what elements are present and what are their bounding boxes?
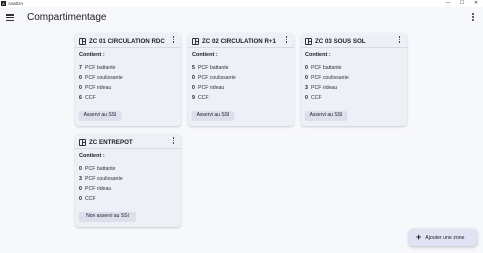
card-header: ZC 03 SOUS SOL	[305, 36, 366, 46]
card-header: ZC 02 CIRCULATION R+1	[192, 36, 276, 46]
item-label: PCF battante	[198, 65, 229, 71]
item-label: CCF	[198, 95, 209, 101]
card-more-icon[interactable]	[172, 36, 175, 44]
list-item: 3 PCF rideau	[305, 85, 337, 91]
item-label: PCF rideau	[198, 85, 225, 91]
divider	[301, 47, 407, 48]
list-item: 0 PCF coulissante	[192, 75, 236, 81]
contains-label: Contient :	[192, 52, 218, 58]
zone-card[interactable]: ZC ENTREPOT Contient : 0 PCF battante 3 PC…	[75, 134, 181, 227]
list-item: 0 CCF	[305, 95, 322, 101]
zone-card[interactable]: ZC 01 CIRCULATION RDC Contient : 7 PCF ba…	[75, 33, 181, 126]
plus-icon: +	[416, 232, 422, 242]
app-logo-icon: A	[1, 1, 6, 6]
contains-label: Contient :	[305, 52, 331, 58]
zone-title: ZC 01 CIRCULATION RDC	[89, 37, 165, 45]
zone-card[interactable]: ZC 02 CIRCULATION R+1 Contient : 5 PCF ba…	[188, 33, 294, 126]
item-label: CCF	[85, 95, 96, 101]
item-label: PCF coulissante	[85, 75, 123, 81]
item-label: PCF rideau	[85, 85, 112, 91]
divider	[188, 47, 294, 48]
ssi-status-button[interactable]: Non asservi au SSI	[79, 212, 136, 221]
list-item: 0 PCF coulissante	[79, 75, 123, 81]
divider	[75, 148, 181, 149]
card-header: ZC ENTREPOT	[79, 137, 133, 147]
item-label: CCF	[85, 196, 96, 202]
card-more-icon[interactable]	[172, 137, 175, 145]
page-title: Compartimentage	[27, 12, 107, 23]
ssi-status-button[interactable]: Asservi au SSI	[79, 111, 121, 120]
hamburger-icon[interactable]	[6, 13, 15, 22]
item-label: PCF rideau	[311, 85, 338, 91]
add-zone-button[interactable]: + Ajouter une zone	[409, 229, 477, 246]
divider	[75, 47, 181, 48]
list-item: 9 CCF	[192, 95, 209, 101]
card-header: ZC 01 CIRCULATION RDC	[79, 36, 165, 46]
contains-label: Contient :	[79, 153, 105, 159]
list-item: 5 PCF battante	[192, 65, 229, 71]
item-label: PCF coulissante	[85, 176, 123, 182]
more-vert-icon[interactable]	[471, 13, 475, 23]
list-item: 0 PCF coulissante	[305, 75, 349, 81]
list-item: 0 PCF battante	[305, 65, 342, 71]
minimize-button[interactable]: —	[441, 0, 455, 7]
ssi-status-button[interactable]: Asservi au SSI	[192, 111, 234, 120]
floor-plan-icon	[79, 138, 86, 146]
item-label: PCF battante	[85, 65, 116, 71]
list-item: 0 PCF rideau	[79, 186, 111, 192]
close-button[interactable]: ✕	[469, 0, 483, 7]
app-bar: Compartimentage	[0, 7, 483, 29]
ssi-status-button[interactable]: Asservi au SSI	[305, 111, 347, 120]
item-label: PCF battante	[311, 65, 342, 71]
list-item: 0 PCF rideau	[79, 85, 111, 91]
card-more-icon[interactable]	[285, 36, 288, 44]
item-label: PCF coulissante	[311, 75, 349, 81]
item-label: PCF coulissante	[198, 75, 236, 81]
zone-card[interactable]: ZC 03 SOUS SOL Contient : 0 PCF battante …	[301, 33, 407, 126]
list-item: 0 PCF battante	[79, 166, 116, 172]
floor-plan-icon	[305, 37, 312, 45]
list-item: 0 CCF	[79, 196, 96, 202]
item-label: PCF battante	[85, 166, 116, 172]
item-label: CCF	[311, 95, 322, 101]
list-item: 7 PCF battante	[79, 65, 116, 71]
window-titlebar: A AvalOA — ☐ ✕	[0, 0, 483, 7]
floor-plan-icon	[192, 37, 199, 45]
window-title: AvalOA	[8, 1, 24, 6]
floor-plan-icon	[79, 37, 86, 45]
contains-label: Contient :	[79, 52, 105, 58]
card-more-icon[interactable]	[398, 36, 401, 44]
list-item: 0 PCF rideau	[192, 85, 224, 91]
list-item: 6 CCF	[79, 95, 96, 101]
zone-title: ZC 03 SOUS SOL	[315, 37, 366, 45]
add-zone-label: Ajouter une zone	[425, 234, 465, 241]
zone-title: ZC 02 CIRCULATION R+1	[202, 37, 276, 45]
list-item: 3 PCF coulissante	[79, 176, 123, 182]
item-label: PCF rideau	[85, 186, 112, 192]
zone-title: ZC ENTREPOT	[89, 138, 133, 146]
maximize-button[interactable]: ☐	[455, 0, 469, 7]
